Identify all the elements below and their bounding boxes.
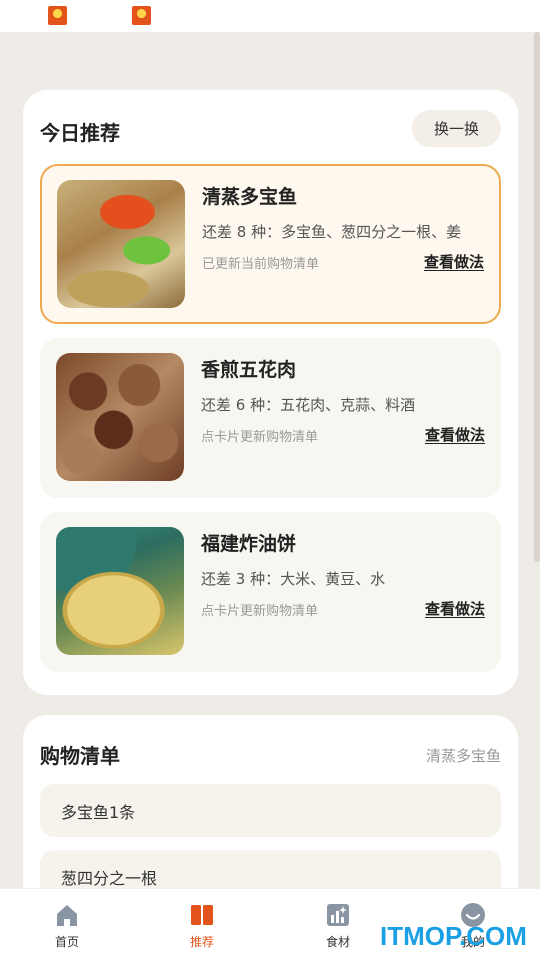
status-bar: [0, 0, 540, 32]
recipe-photo: [56, 527, 184, 655]
tab-ingredients[interactable]: 食材: [288, 889, 388, 960]
section-title: 购物清单: [40, 744, 120, 768]
tab-label: 食材: [325, 935, 350, 949]
recipe-photo: [56, 353, 184, 481]
recipe-name: 福建炸油饼: [201, 533, 297, 555]
swap-button[interactable]: 换一换: [412, 110, 501, 147]
recipe-missing-ingredients: 还差 3 种：大米、黄豆、水: [201, 570, 386, 588]
recipe-name: 香煎五花肉: [201, 359, 297, 381]
recipe-status: 点卡片更新购物清单: [201, 604, 319, 619]
recipe-missing-ingredients: 还差 6 种：五花肉、克蒜、料酒: [201, 396, 416, 414]
recipe-status: 点卡片更新购物清单: [201, 430, 319, 445]
book-icon: [191, 905, 213, 925]
recipe-card[interactable]: 香煎五花肉 还差 6 种：五花肉、克蒜、料酒 点卡片更新购物清单 查看做法: [40, 338, 501, 498]
scrollbar[interactable]: [534, 32, 540, 562]
recipe-photo: [57, 180, 185, 308]
app-notification-icon: [132, 6, 151, 25]
recipe-missing-ingredients: 还差 8 种：多宝鱼、葱四分之一根、姜: [202, 223, 462, 241]
app-notification-icon: [48, 6, 67, 25]
shopping-current-recipe: 清蒸多宝鱼: [425, 747, 501, 765]
recipe-status: 已更新当前购物清单: [202, 257, 320, 272]
recipe-name: 清蒸多宝鱼: [202, 186, 298, 208]
today-recommend-card: 今日推荐 换一换 清蒸多宝鱼 还差 8 种：多宝鱼、葱四分之一根、姜 已更新当前…: [23, 90, 518, 695]
view-recipe-link[interactable]: 查看做法: [424, 251, 484, 272]
view-recipe-link[interactable]: 查看做法: [425, 424, 485, 445]
tab-recommend[interactable]: 推荐: [152, 889, 252, 960]
shopping-list-item[interactable]: 多宝鱼1条: [40, 784, 501, 837]
ingredients-chart-icon: [327, 904, 349, 926]
tab-label: 首页: [54, 935, 79, 949]
tab-label: 推荐: [189, 935, 214, 949]
view-recipe-link[interactable]: 查看做法: [425, 598, 485, 619]
recipe-card[interactable]: 清蒸多宝鱼 还差 8 种：多宝鱼、葱四分之一根、姜 已更新当前购物清单 查看做法: [40, 164, 501, 324]
tab-home[interactable]: 首页: [17, 889, 117, 960]
watermark: ITMOP.COM: [380, 921, 527, 951]
home-icon: [57, 905, 77, 926]
section-title: 今日推荐: [40, 121, 120, 145]
recipe-card[interactable]: 福建炸油饼 还差 3 种：大米、黄豆、水 点卡片更新购物清单 查看做法: [40, 512, 501, 672]
